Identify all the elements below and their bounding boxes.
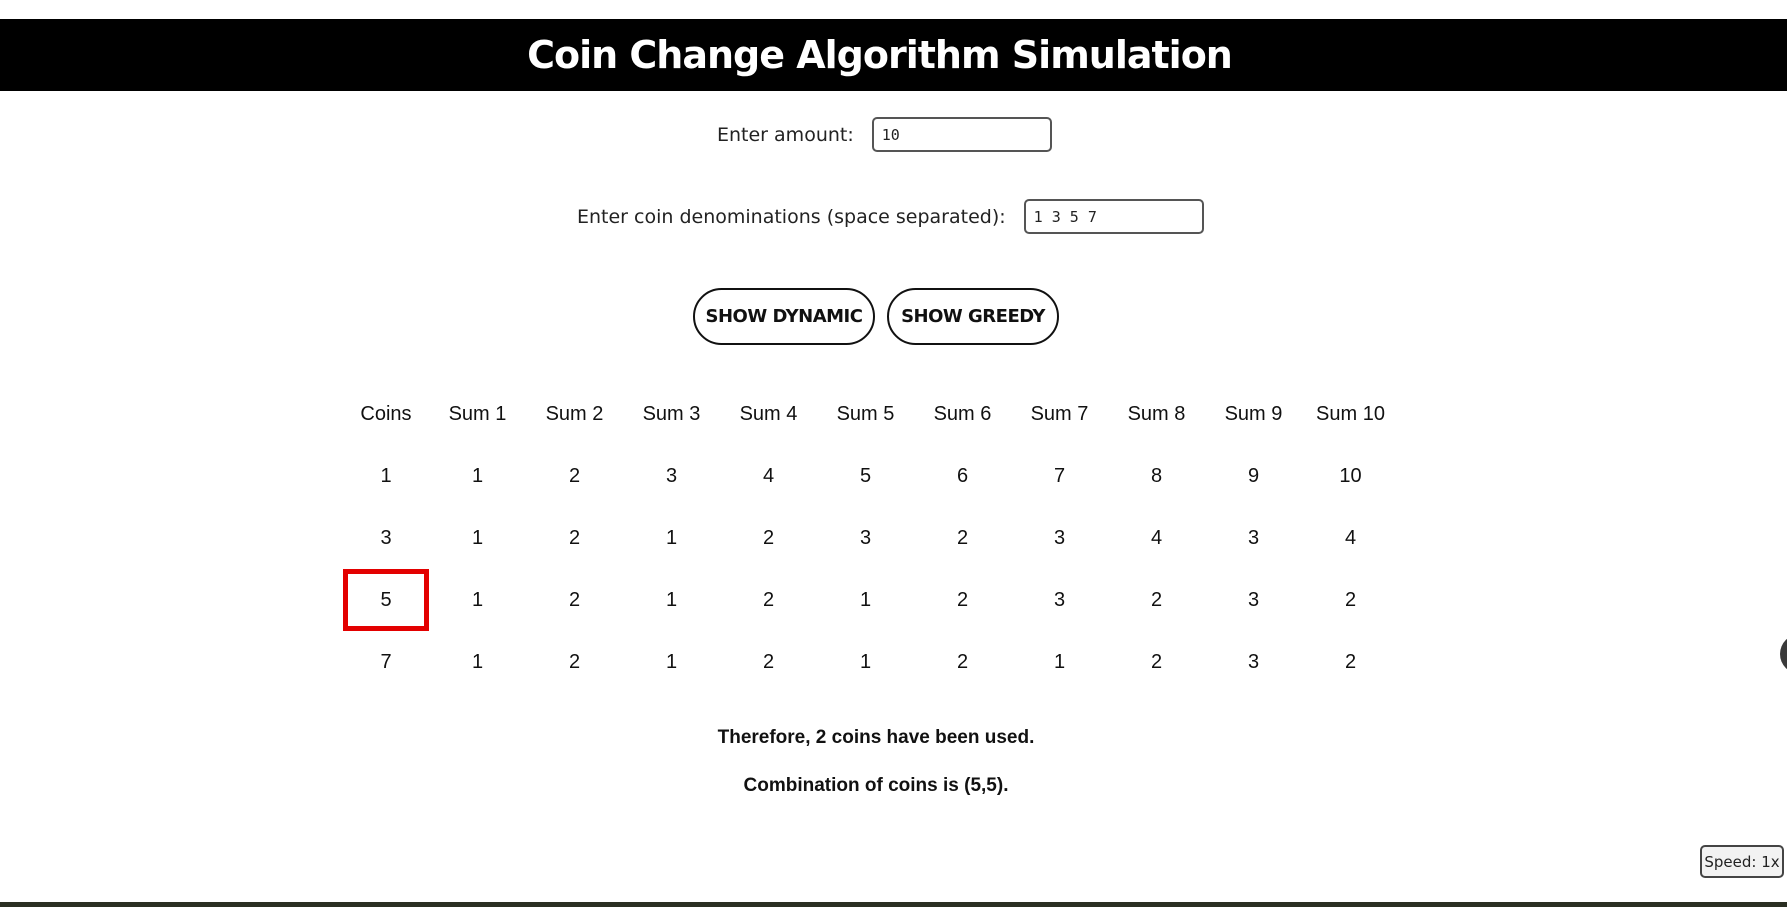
column-header: Sum 9 — [1224, 402, 1283, 425]
table-cell: 2 — [1344, 650, 1357, 673]
table-cell: 2 — [1150, 650, 1163, 673]
coin-cell: 1 — [380, 464, 392, 487]
table-cell: 5 — [859, 464, 872, 487]
table-cell: 1 — [471, 650, 484, 673]
table-cell: 4 — [1150, 526, 1163, 549]
column-header: Sum 5 — [836, 402, 895, 425]
show-dynamic-button[interactable]: SHOW DYNAMIC — [693, 288, 875, 345]
table-header-row: Coins Sum 1 Sum 2 Sum 3 Sum 4 Sum 5 Sum … — [343, 383, 1399, 445]
coins-row: Enter coin denominations (space separate… — [577, 199, 1204, 234]
table-cell: 4 — [762, 464, 775, 487]
amount-row: Enter amount: — [717, 117, 1052, 152]
header-bar: Coin Change Algorithm Simulation — [0, 19, 1787, 91]
table-cell: 1 — [471, 588, 484, 611]
speed-control-button[interactable]: Speed: 1x — [1700, 845, 1784, 878]
coins-label: Enter coin denominations (space separate… — [577, 205, 1006, 228]
column-header: Sum 2 — [545, 402, 604, 425]
combination-text: Combination of coins is (5,5). — [743, 775, 1009, 796]
table-cell: 3 — [859, 526, 872, 549]
table-cell: 3 — [665, 464, 678, 487]
table-cell: 2 — [568, 588, 581, 611]
table-cell: 2 — [762, 526, 775, 549]
highlighted-coin-cell: 5 — [343, 569, 429, 631]
column-header: Sum 1 — [448, 402, 507, 425]
table-cell: 2 — [762, 650, 775, 673]
table-row: 7 1 2 1 2 1 2 1 2 3 2 — [343, 631, 1399, 693]
page-title: Coin Change Algorithm Simulation — [527, 33, 1233, 77]
show-greedy-button[interactable]: SHOW GREEDY — [887, 288, 1059, 345]
column-header: Sum 8 — [1127, 402, 1186, 425]
table-row: 5 1 2 1 2 1 2 3 2 3 2 — [343, 569, 1399, 631]
table-row: 3 1 2 1 2 3 2 3 4 3 4 — [343, 507, 1399, 569]
table-cell: 1 — [1053, 650, 1066, 673]
coin-cell: 3 — [380, 526, 392, 549]
column-header: Coins — [360, 402, 412, 425]
table-cell: 8 — [1150, 464, 1163, 487]
table-cell: 1 — [859, 650, 872, 673]
table-cell: 3 — [1053, 526, 1066, 549]
column-header: Sum 4 — [739, 402, 798, 425]
table-cell: 2 — [762, 588, 775, 611]
table-cell: 1 — [471, 526, 484, 549]
table-cell: 1 — [665, 650, 678, 673]
table-cell: 4 — [1344, 526, 1357, 549]
column-header: Sum 3 — [642, 402, 701, 425]
table-cell: 10 — [1339, 464, 1362, 487]
table-cell: 1 — [471, 464, 484, 487]
floating-action-button[interactable] — [1780, 634, 1787, 674]
table-cell: 6 — [956, 464, 969, 487]
table-cell: 2 — [956, 650, 969, 673]
amount-input[interactable] — [871, 117, 1052, 152]
coins-input[interactable] — [1023, 199, 1204, 234]
table-cell: 2 — [956, 588, 969, 611]
amount-label: Enter amount: — [717, 123, 854, 146]
table-cell: 2 — [568, 650, 581, 673]
table-cell: 2 — [568, 526, 581, 549]
table-cell: 2 — [1344, 588, 1357, 611]
table-cell: 3 — [1247, 650, 1260, 673]
table-cell: 3 — [1247, 526, 1260, 549]
table-cell: 1 — [859, 588, 872, 611]
table-row: 1 1 2 3 4 5 6 7 8 9 10 — [343, 445, 1399, 507]
table-cell: 2 — [1150, 588, 1163, 611]
column-header: Sum 7 — [1030, 402, 1089, 425]
bottom-edge-bar — [0, 902, 1787, 907]
page: Coin Change Algorithm Simulation Enter a… — [0, 0, 1787, 907]
coins-used-text: Therefore, 2 coins have been used. — [717, 727, 1035, 748]
dp-table: Coins Sum 1 Sum 2 Sum 3 Sum 4 Sum 5 Sum … — [343, 383, 1399, 693]
table-cell: 9 — [1247, 464, 1260, 487]
table-cell: 2 — [568, 464, 581, 487]
table-cell: 3 — [1247, 588, 1260, 611]
column-header: Sum 10 — [1316, 402, 1385, 425]
table-cell: 7 — [1053, 464, 1066, 487]
table-cell: 1 — [665, 588, 678, 611]
column-header: Sum 6 — [933, 402, 992, 425]
table-cell: 3 — [1053, 588, 1066, 611]
coin-cell: 7 — [380, 650, 392, 673]
table-cell: 1 — [665, 526, 678, 549]
table-cell: 2 — [956, 526, 969, 549]
